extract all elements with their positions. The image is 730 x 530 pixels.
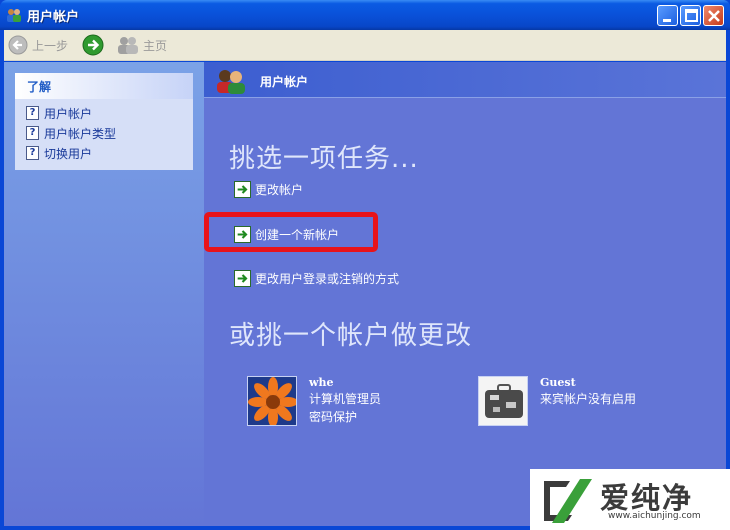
task-change-logon[interactable]: 更改用户登录或注销的方式 <box>234 270 399 287</box>
main-pane: 用户帐户 挑选一项任务... 更改帐户 创建一个新帐户 更改用户登录或注销的方式 <box>204 62 726 526</box>
green-arrow-icon <box>234 270 251 287</box>
green-arrow-icon <box>234 226 251 243</box>
close-button[interactable] <box>703 5 724 26</box>
sidebar-item-user-accounts[interactable]: ? 用户帐户 <box>26 103 193 123</box>
logo-icon <box>544 479 592 523</box>
suitcase-icon <box>479 377 527 425</box>
green-arrow-icon <box>234 181 251 198</box>
account-name: whe <box>309 376 334 389</box>
main-header: 用户帐户 <box>204 62 726 98</box>
help-icon: ? <box>26 126 39 140</box>
help-icon: ? <box>26 146 39 160</box>
pick-task-heading: 挑选一项任务... <box>229 144 419 174</box>
sidebar-item-label: 用户帐户类型 <box>44 126 117 141</box>
sidebar: 了解 ? 用户帐户 ? 用户帐户类型 ? 切换用户 <box>4 62 204 526</box>
forward-arrow-icon <box>82 34 104 56</box>
forward-button[interactable] <box>82 34 104 56</box>
window-title: 用户帐户 <box>27 10 80 25</box>
maximize-button[interactable] <box>680 5 701 26</box>
minimize-button[interactable] <box>657 5 678 26</box>
back-arrow-icon <box>8 35 28 55</box>
account-name: Guest <box>540 376 576 389</box>
account-type: 计算机管理员 <box>309 392 382 406</box>
title-bar[interactable]: 用户帐户 <box>0 0 730 30</box>
account-status: 来宾帐户没有启用 <box>540 392 637 406</box>
learn-about-header: 了解 <box>15 73 193 99</box>
task-create-account[interactable]: 创建一个新帐户 <box>234 226 339 243</box>
learn-about-box: 了解 ? 用户帐户 ? 用户帐户类型 ? 切换用户 <box>15 73 193 170</box>
avatar <box>247 376 297 426</box>
user-accounts-window: 用户帐户 上一步 主页 了解 ? 用户帐户 ? 用户帐户类型 ? 切换用户 用户… <box>0 0 730 530</box>
sidebar-item-label: 用户帐户 <box>44 106 93 121</box>
pick-account-heading: 或挑一个帐户做更改 <box>229 321 473 351</box>
sidebar-item-account-types[interactable]: ? 用户帐户类型 <box>26 123 193 143</box>
back-button[interactable]: 上一步 <box>8 34 68 56</box>
help-icon: ? <box>26 106 39 120</box>
user-accounts-icon <box>217 70 245 94</box>
account-whe[interactable]: whe 计算机管理员 密码保护 <box>247 376 381 426</box>
sidebar-item-switch-users[interactable]: ? 切换用户 <box>26 143 193 163</box>
home-button[interactable]: 主页 <box>117 34 167 56</box>
page-title: 用户帐户 <box>260 75 309 89</box>
maximize-icon <box>685 9 698 22</box>
back-label: 上一步 <box>32 38 69 53</box>
task-label: 创建一个新帐户 <box>255 228 340 242</box>
account-status: 密码保护 <box>309 410 358 424</box>
flower-icon <box>248 377 296 425</box>
user-accounts-icon <box>7 9 21 22</box>
watermark-logo: 爱纯净 www.aichunjing.com <box>530 469 730 530</box>
task-label: 更改帐户 <box>255 183 304 197</box>
watermark-url: www.aichunjing.com <box>608 511 701 521</box>
close-icon <box>708 10 720 22</box>
account-guest[interactable]: Guest 来宾帐户没有启用 <box>478 376 636 426</box>
sidebar-item-label: 切换用户 <box>44 146 93 161</box>
task-label: 更改用户登录或注销的方式 <box>255 272 400 286</box>
home-users-icon <box>118 37 138 54</box>
minimize-icon <box>663 19 671 22</box>
home-label: 主页 <box>143 38 168 53</box>
toolbar: 上一步 主页 <box>4 30 726 61</box>
task-change-account[interactable]: 更改帐户 <box>234 181 303 198</box>
avatar <box>478 376 528 426</box>
